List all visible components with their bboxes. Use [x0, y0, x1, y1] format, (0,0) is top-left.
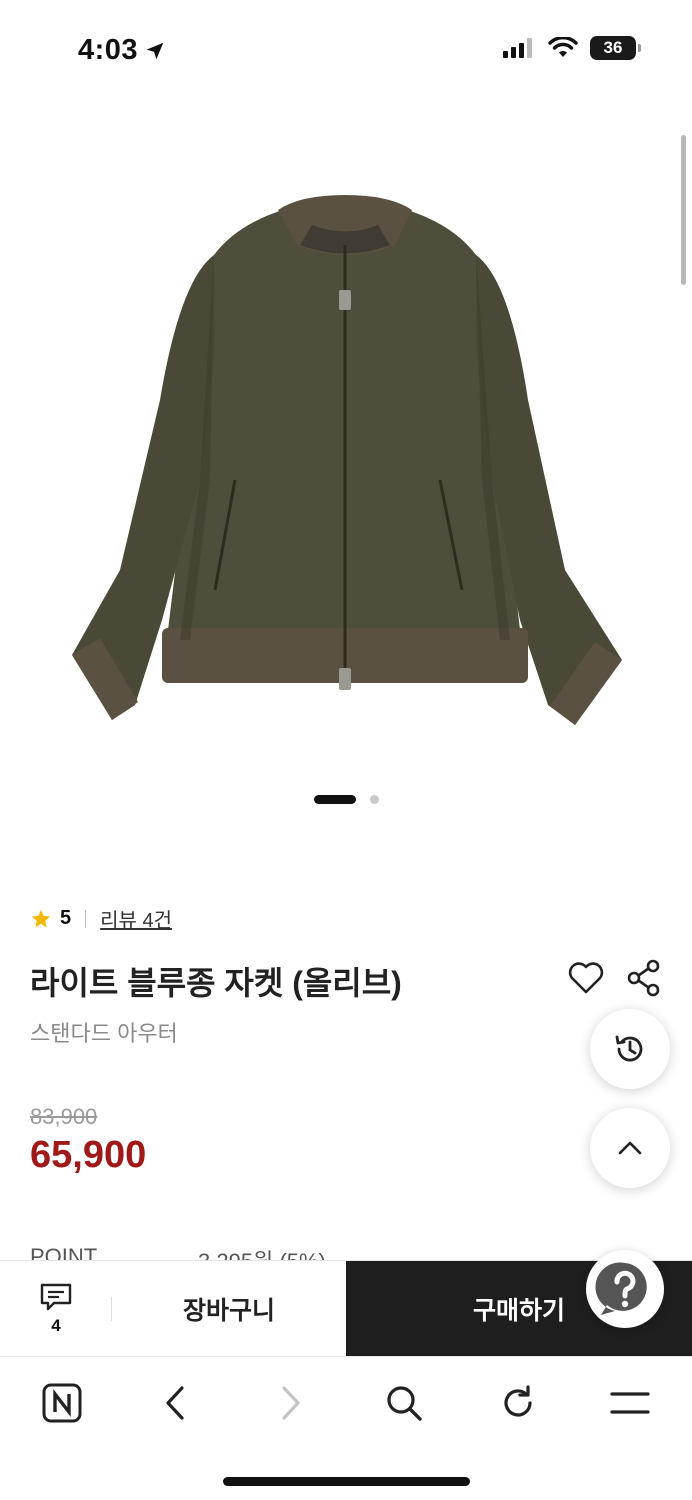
wifi-icon — [548, 37, 578, 57]
battery-level: 36 — [603, 38, 623, 57]
status-bar: 4:03 36 — [0, 0, 692, 100]
carousel-indicator — [0, 795, 692, 804]
forward-button[interactable] — [266, 1379, 314, 1427]
sale-price: 65,900 — [30, 1134, 147, 1176]
forward-icon — [282, 1386, 300, 1420]
naver-home-button[interactable] — [38, 1379, 86, 1427]
review-link[interactable]: 리뷰 4건 — [100, 904, 172, 933]
chevron-up-icon — [618, 1141, 642, 1155]
refresh-icon — [504, 1385, 532, 1417]
browser-toolbar — [0, 1356, 692, 1500]
battery-icon: 36 — [590, 36, 641, 60]
help-icon — [595, 1262, 647, 1315]
help-button[interactable] — [586, 1250, 664, 1328]
rating-value: 5 — [60, 907, 72, 929]
heart-icon — [568, 962, 604, 994]
location-arrow-icon — [146, 42, 164, 59]
refresh-button[interactable] — [494, 1379, 542, 1427]
status-indicators: 36 — [502, 36, 641, 60]
star-icon — [31, 909, 51, 927]
comment-icon — [40, 1283, 72, 1311]
divider — [85, 909, 87, 928]
original-price: 83,900 — [30, 1104, 98, 1129]
back-icon — [166, 1386, 184, 1420]
scroll-top-button[interactable] — [590, 1108, 670, 1188]
recent-history-button[interactable] — [590, 1009, 670, 1089]
home-indicator — [223, 1477, 470, 1486]
share-icon — [627, 959, 660, 997]
product-title: 라이트 블루종 자켓 (올리브) — [30, 965, 402, 1001]
qna-count: 4 — [51, 1316, 61, 1335]
search-icon — [387, 1386, 422, 1421]
menu-button[interactable] — [606, 1379, 654, 1427]
menu-icon — [610, 1392, 650, 1414]
brand-name[interactable]: 스탠다드 아우터 — [30, 1016, 178, 1048]
add-to-cart-button[interactable]: 장바구니 — [112, 1261, 346, 1357]
time-text: 4:03 — [78, 34, 139, 66]
wishlist-button[interactable] — [566, 958, 606, 998]
product-image[interactable] — [0, 150, 692, 770]
rating-row: 5 리뷰 4건 — [30, 904, 172, 933]
naver-n-icon — [42, 1383, 82, 1423]
signal-icon — [503, 38, 532, 58]
status-time: 4:03 — [78, 34, 166, 67]
search-button[interactable] — [380, 1379, 428, 1427]
history-icon — [615, 1035, 643, 1062]
carousel-dot-active[interactable] — [313, 795, 356, 804]
back-button[interactable] — [152, 1379, 200, 1427]
carousel-dot[interactable] — [369, 795, 379, 804]
qna-button[interactable]: 4 — [0, 1261, 112, 1357]
share-button[interactable] — [626, 958, 662, 998]
